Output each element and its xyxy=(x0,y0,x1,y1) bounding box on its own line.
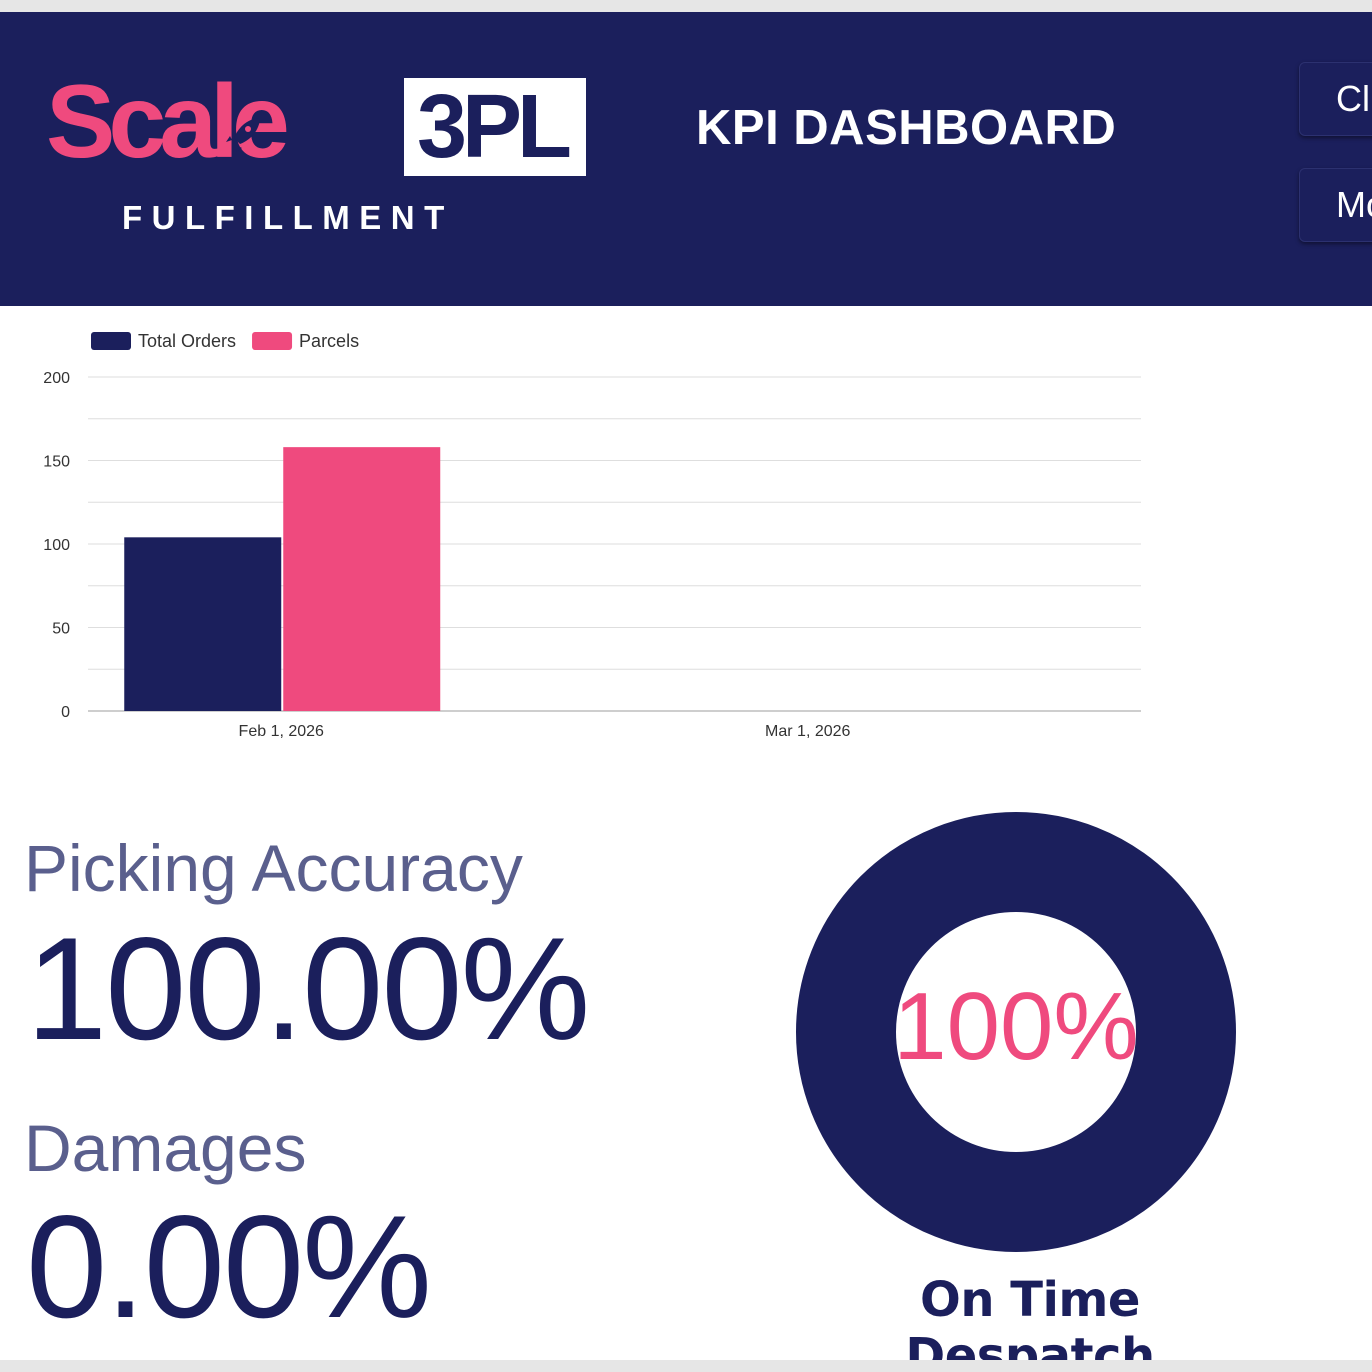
orders-parcels-bar-chart: 0 50 100 150 200 Feb 1, 2026 Mar 1, 2026 Total … xyxy=(43,331,1141,740)
y-tick-label: 50 xyxy=(52,621,70,638)
x-tick-label: Feb 1, 2026 xyxy=(239,723,325,740)
damages-label: Damages xyxy=(24,1111,307,1185)
header-button-2[interactable]: Mo xyxy=(1299,168,1372,242)
logo-badge: 3PL xyxy=(404,78,586,176)
y-tick-label: 0 xyxy=(61,704,70,721)
x-tick-label: Mar 1, 2026 xyxy=(765,723,850,740)
logo-tagline: FULFILLMENT xyxy=(122,199,454,236)
legend-label: Parcels xyxy=(299,331,359,351)
rocket-icon xyxy=(226,118,260,152)
picking-accuracy-value: 100.00% xyxy=(26,907,590,1070)
legend-swatch xyxy=(91,332,131,350)
dashboard-page: Scale 3PL FULFILLMENT KPI DASHBOARD Cl M… xyxy=(0,12,1372,1360)
y-tick-label: 200 xyxy=(43,370,70,387)
bar-parcels xyxy=(283,447,441,711)
legend-swatch xyxy=(252,332,293,350)
y-tick-label: 100 xyxy=(43,537,70,554)
header-bar: Scale 3PL FULFILLMENT KPI DASHBOARD Cl M… xyxy=(0,12,1372,306)
damages-value: 0.00% xyxy=(26,1185,432,1348)
y-tick-label: 150 xyxy=(43,454,70,471)
bar-total-orders xyxy=(124,537,282,711)
page-title: KPI DASHBOARD xyxy=(696,101,1117,155)
on-time-despatch-caption: On Time Despatch xyxy=(905,1272,1155,1360)
on-time-despatch-value: 100% xyxy=(893,973,1139,1080)
picking-accuracy-label: Picking Accuracy xyxy=(24,831,523,905)
company-logo: Scale 3PL FULFILLMENT xyxy=(46,70,606,245)
header-button-1[interactable]: Cl xyxy=(1299,62,1372,136)
legend-label: Total Orders xyxy=(138,331,236,351)
